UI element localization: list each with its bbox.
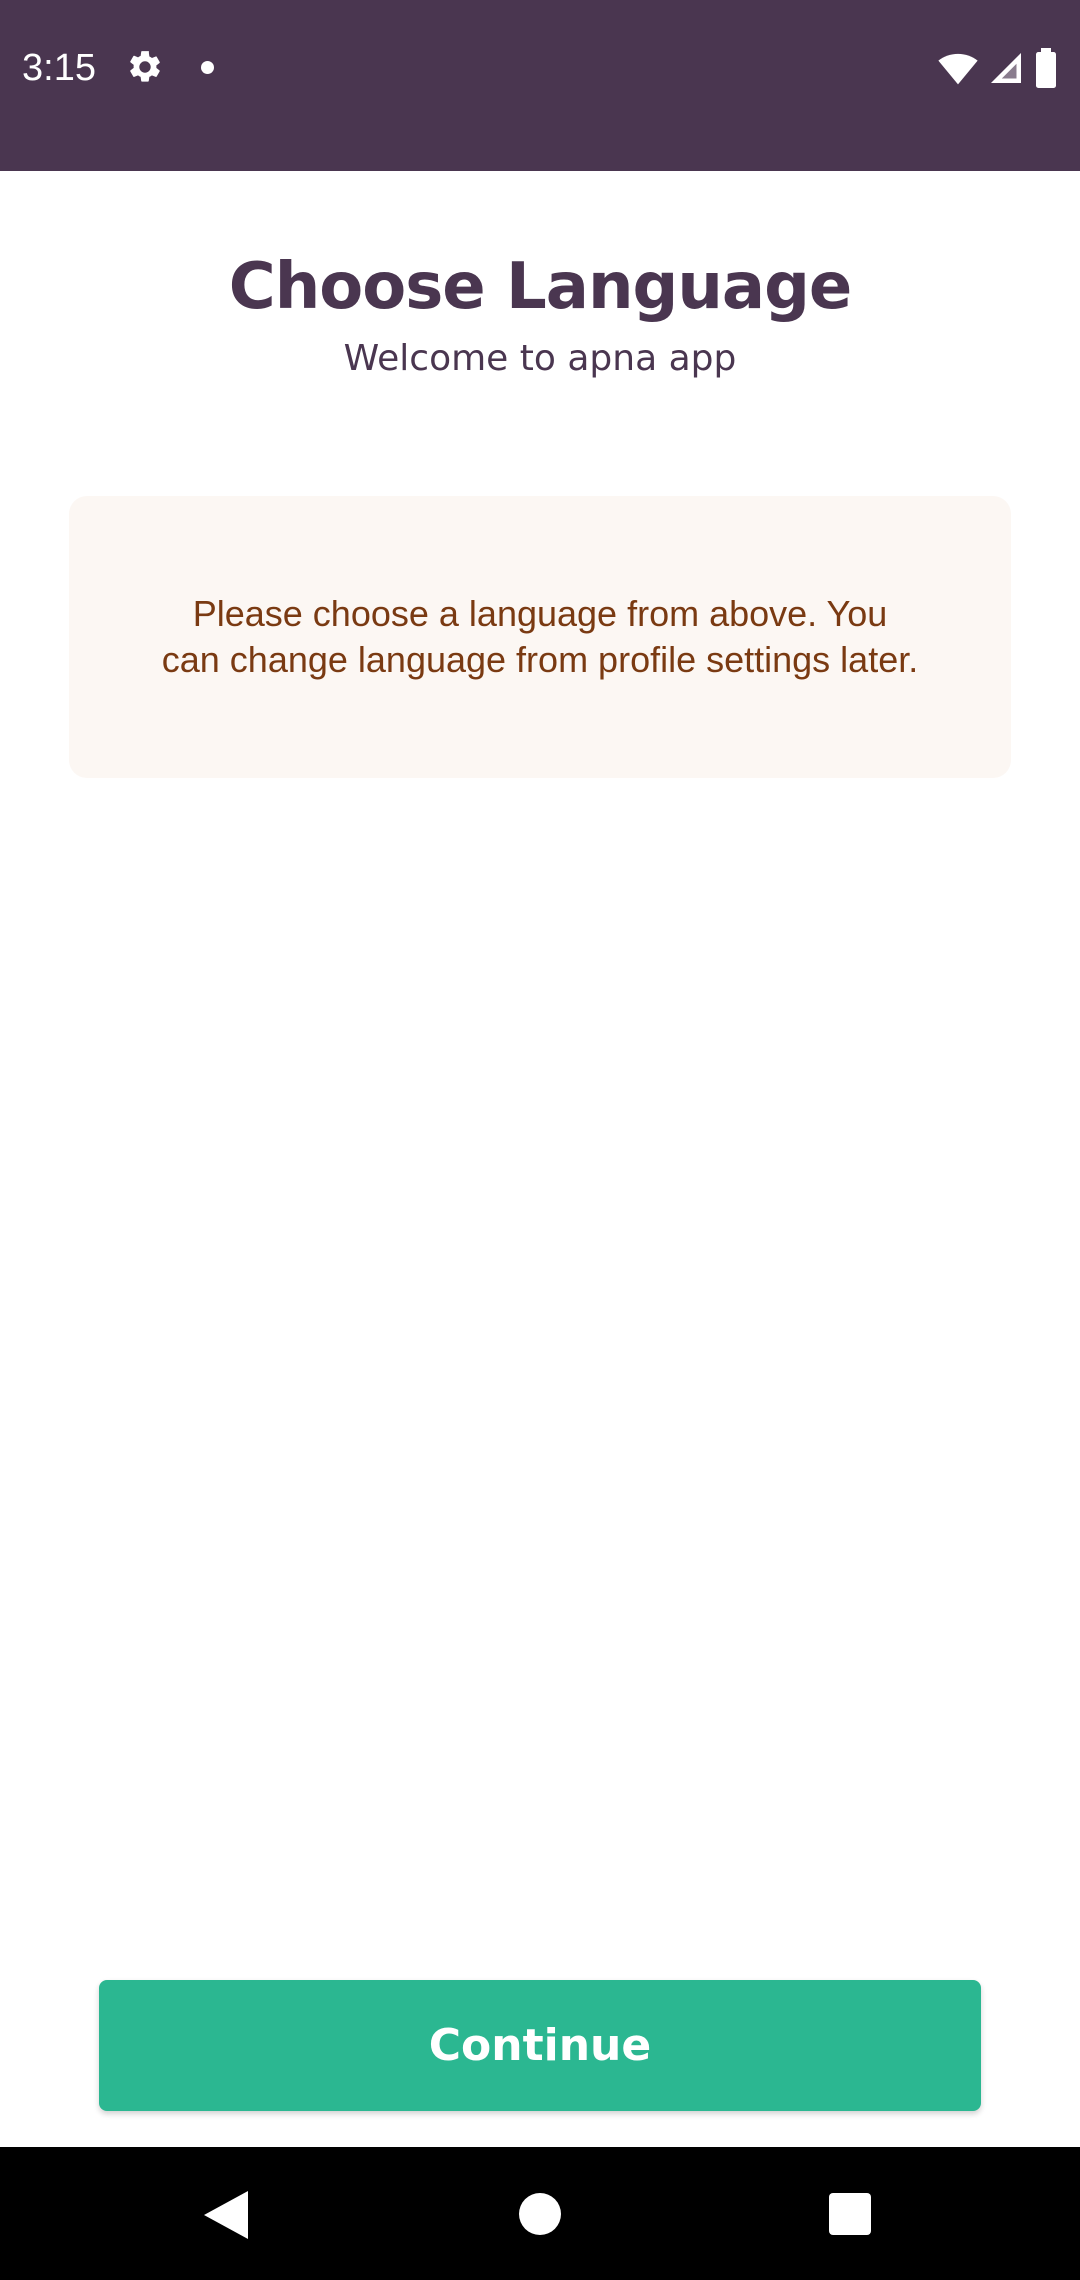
status-icons [938,48,1058,88]
status-bar: 3:15 [0,0,1080,171]
gear-icon [130,51,160,82]
page-title: Choose Language [228,250,853,324]
choose-language-screen: 3:15 Choose Language Welcome to apna app… [0,0,1080,2280]
recents-icon[interactable] [829,2193,871,2235]
notification-dot-icon [201,61,214,74]
battery-icon [1036,48,1056,88]
continue-button[interactable]: Continue [99,1980,981,2111]
home-icon[interactable] [519,2193,561,2235]
info-message: Please choose a language from above. You… [161,593,919,680]
page-subtitle: Welcome to apna app [343,338,737,379]
system-nav-bar [0,2147,1080,2280]
wifi-icon [938,53,978,85]
cell-signal-icon [991,53,1021,83]
status-time: 3:15 [22,47,96,89]
back-icon[interactable] [204,2191,248,2239]
info-box: Please choose a language from above. You… [69,496,1011,778]
